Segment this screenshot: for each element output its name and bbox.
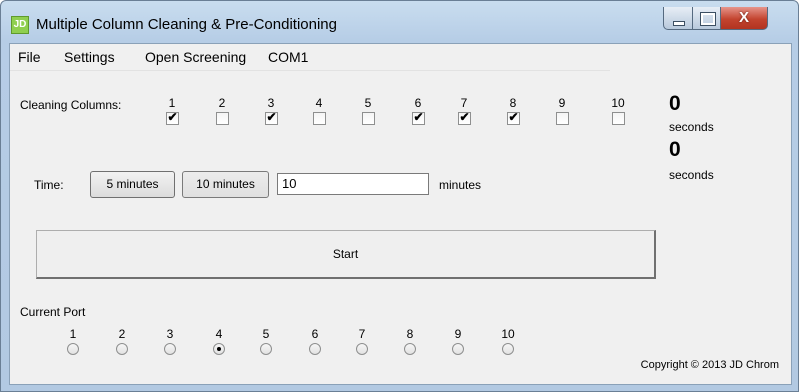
checkmark-icon: ✔ — [459, 110, 470, 124]
cleaning-column-checkbox[interactable] — [556, 112, 569, 125]
cleaning-columns-label: Cleaning Columns: — [20, 98, 122, 112]
port-option-label: 9 — [454, 327, 462, 341]
menu-open-screening[interactable]: Open Screening — [145, 49, 246, 65]
minutes-input[interactable]: 10 — [277, 173, 429, 195]
timer-unit-secondary: seconds — [669, 168, 714, 182]
window-title: Multiple Column Cleaning & Pre-Condition… — [36, 16, 337, 33]
close-button[interactable]: X — [720, 7, 768, 30]
port-option-label: 3 — [166, 327, 174, 341]
time-label: Time: — [34, 178, 64, 192]
minimize-icon — [673, 21, 685, 26]
port-radio-button[interactable] — [356, 343, 368, 355]
checkmark-icon: ✔ — [508, 110, 519, 124]
cleaning-column-checkbox[interactable]: ✔ — [265, 110, 278, 125]
cleaning-column-number: 3 — [267, 96, 275, 110]
cleaning-column-checkbox[interactable]: ✔ — [166, 110, 179, 125]
maximize-button[interactable] — [692, 7, 721, 30]
port-radio-button[interactable] — [309, 343, 321, 355]
cleaning-column-checkbox[interactable] — [216, 112, 229, 125]
cleaning-column-checkbox[interactable]: ✔ — [412, 110, 425, 125]
port-radio-button[interactable] — [116, 343, 128, 355]
port-option-label: 10 — [501, 327, 515, 341]
cleaning-column-number: 1 — [168, 96, 176, 110]
cleaning-column-checkbox[interactable] — [362, 112, 375, 125]
port-radio-button[interactable] — [67, 343, 79, 355]
menu-com-port[interactable]: COM1 — [268, 49, 308, 65]
port-radio-button[interactable] — [404, 343, 416, 355]
port-option-label: 5 — [262, 327, 270, 341]
cleaning-column-number: 9 — [558, 96, 566, 110]
close-icon: X — [738, 9, 749, 26]
port-option-label: 4 — [215, 327, 223, 341]
current-port-label: Current Port — [20, 305, 86, 319]
title-bar[interactable]: JD Multiple Column Cleaning & Pre-Condit… — [1, 1, 798, 43]
minutes-unit-label: minutes — [439, 178, 482, 192]
cleaning-column-number: 6 — [414, 96, 422, 110]
menu-settings[interactable]: Settings — [64, 49, 115, 65]
start-button[interactable]: Start — [36, 230, 656, 279]
ten-minutes-button[interactable]: 10 minutes — [182, 171, 269, 198]
checkmark-icon: ✔ — [266, 110, 277, 124]
port-option-label: 8 — [406, 327, 414, 341]
checkmark-icon: ✔ — [413, 110, 424, 124]
copyright-text: Copyright © 2013 JD Chrom — [640, 359, 779, 371]
port-option-label: 6 — [311, 327, 319, 341]
checkmark-icon: ✔ — [167, 110, 178, 124]
port-option-label: 1 — [69, 327, 77, 341]
cleaning-column-number: 2 — [218, 96, 226, 110]
client-area: File Settings Open Screening COM1 Cleani… — [9, 43, 792, 385]
five-minutes-button[interactable]: 5 minutes — [90, 171, 175, 198]
maximize-icon — [700, 12, 716, 26]
app-window: JD Multiple Column Cleaning & Pre-Condit… — [0, 0, 799, 392]
cleaning-column-number: 5 — [364, 96, 372, 110]
port-radio-button[interactable] — [502, 343, 514, 355]
radio-selected-dot — [217, 347, 221, 351]
cleaning-column-checkbox[interactable] — [313, 112, 326, 125]
port-radio-button[interactable] — [452, 343, 464, 355]
cleaning-column-checkbox[interactable]: ✔ — [458, 110, 471, 125]
cleaning-column-number: 10 — [611, 96, 625, 110]
cleaning-column-checkbox[interactable] — [612, 112, 625, 125]
cleaning-column-number: 8 — [509, 96, 517, 110]
timer-value-secondary: 0 — [669, 138, 681, 161]
port-radio-button[interactable] — [213, 343, 225, 355]
port-option-label: 2 — [118, 327, 126, 341]
menu-bar: File Settings Open Screening COM1 — [10, 44, 610, 71]
app-icon: JD — [11, 16, 29, 34]
timer-unit-primary: seconds — [669, 120, 714, 134]
cleaning-column-number: 7 — [460, 96, 468, 110]
port-option-label: 7 — [358, 327, 366, 341]
port-radio-button[interactable] — [164, 343, 176, 355]
minimize-button[interactable] — [663, 7, 693, 30]
cleaning-column-checkbox[interactable]: ✔ — [507, 110, 520, 125]
timer-value-primary: 0 — [669, 92, 681, 115]
cleaning-column-number: 4 — [315, 96, 323, 110]
menu-file[interactable]: File — [18, 49, 41, 65]
port-radio-button[interactable] — [260, 343, 272, 355]
